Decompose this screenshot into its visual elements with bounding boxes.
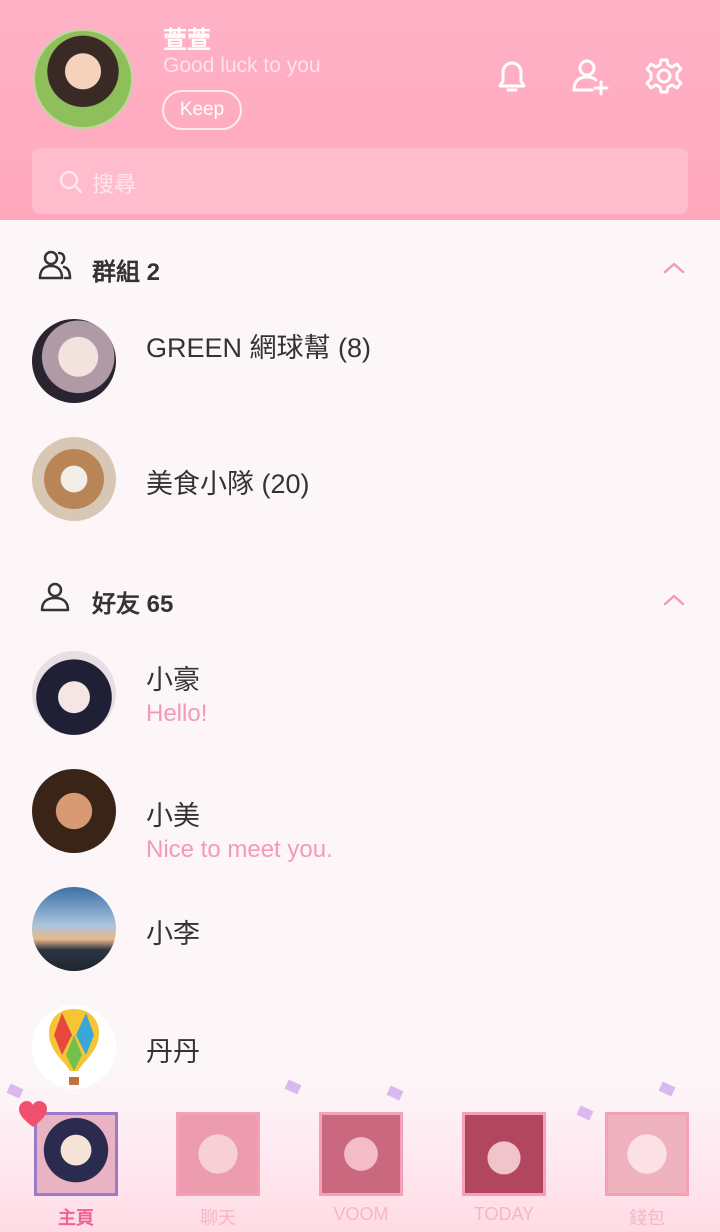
friend-row[interactable]: 小豪 Hello! (0, 638, 720, 748)
search-input[interactable]: 搜尋 (92, 167, 136, 199)
friend-name: 小美 (146, 801, 200, 831)
tab-voom-thumbnail (319, 1112, 403, 1196)
tab-home-label: 主頁 (58, 1208, 94, 1228)
friend-avatar (32, 1005, 116, 1089)
profile-avatar[interactable] (33, 29, 133, 129)
group-avatar (32, 319, 116, 403)
chevron-up-icon[interactable] (662, 256, 686, 280)
friend-avatar (32, 769, 116, 853)
confetti-decoration (386, 1085, 404, 1101)
profile-name[interactable]: 萱萱 (163, 20, 211, 55)
tab-today[interactable]: TODAY (462, 1112, 546, 1232)
profile-status[interactable]: Good luck to you (163, 54, 321, 78)
tab-wallet[interactable]: 錢包 (605, 1112, 689, 1232)
add-friend-icon[interactable] (570, 56, 610, 96)
tab-chats[interactable]: 聊天 (176, 1112, 260, 1232)
tab-today-thumbnail (462, 1112, 546, 1196)
tab-home[interactable]: 主頁 (34, 1112, 118, 1232)
heart-icon (19, 1101, 47, 1127)
friend-row[interactable]: 小李 (0, 874, 720, 984)
tab-today-label: TODAY (473, 1204, 535, 1224)
tab-voom-label: VOOM (333, 1204, 389, 1224)
friend-icon (40, 582, 70, 612)
groups-section-title: 群組 2 (92, 259, 161, 286)
friend-status: Hello! (146, 700, 208, 727)
tab-wallet-thumbnail (605, 1112, 689, 1196)
confetti-decoration (658, 1081, 676, 1097)
group-row[interactable]: GREEN 網球幫 (8) (0, 306, 720, 416)
friend-name: 小李 (146, 919, 200, 949)
group-row[interactable]: 美食小隊 (20) (0, 424, 720, 534)
friend-name: 丹丹 (146, 1037, 200, 1067)
confetti-decoration (576, 1105, 594, 1121)
tab-voom[interactable]: VOOM (319, 1112, 403, 1232)
settings-icon[interactable] (644, 56, 684, 96)
keep-button[interactable]: Keep (162, 90, 242, 130)
friend-avatar (32, 887, 116, 971)
hot-air-balloon-icon (49, 1009, 99, 1085)
friend-name: 小豪 (146, 665, 200, 695)
confetti-decoration (6, 1083, 24, 1099)
search-icon (59, 170, 83, 194)
group-icon (38, 250, 72, 280)
tab-chats-thumbnail (176, 1112, 260, 1196)
group-name: 美食小隊 (20) (146, 469, 310, 499)
bottom-tab-bar: 主頁 聊天 VOOM TODAY 錢包 (0, 1079, 720, 1232)
friend-row[interactable]: 小美 Nice to meet you. (0, 756, 720, 866)
group-avatar (32, 437, 116, 521)
search-bar[interactable]: 搜尋 (32, 148, 688, 214)
profile-header: 萱萱 Good luck to you Keep 搜尋 (0, 0, 720, 220)
friends-section-title: 好友 65 (92, 591, 174, 618)
bell-icon[interactable] (492, 56, 532, 96)
chevron-up-icon[interactable] (662, 588, 686, 612)
group-name: GREEN 網球幫 (8) (146, 333, 372, 363)
friend-status: Nice to meet you. (146, 836, 333, 863)
friend-avatar (32, 651, 116, 735)
confetti-decoration (284, 1079, 302, 1095)
tab-chats-label: 聊天 (200, 1208, 236, 1228)
tab-wallet-label: 錢包 (629, 1208, 665, 1228)
